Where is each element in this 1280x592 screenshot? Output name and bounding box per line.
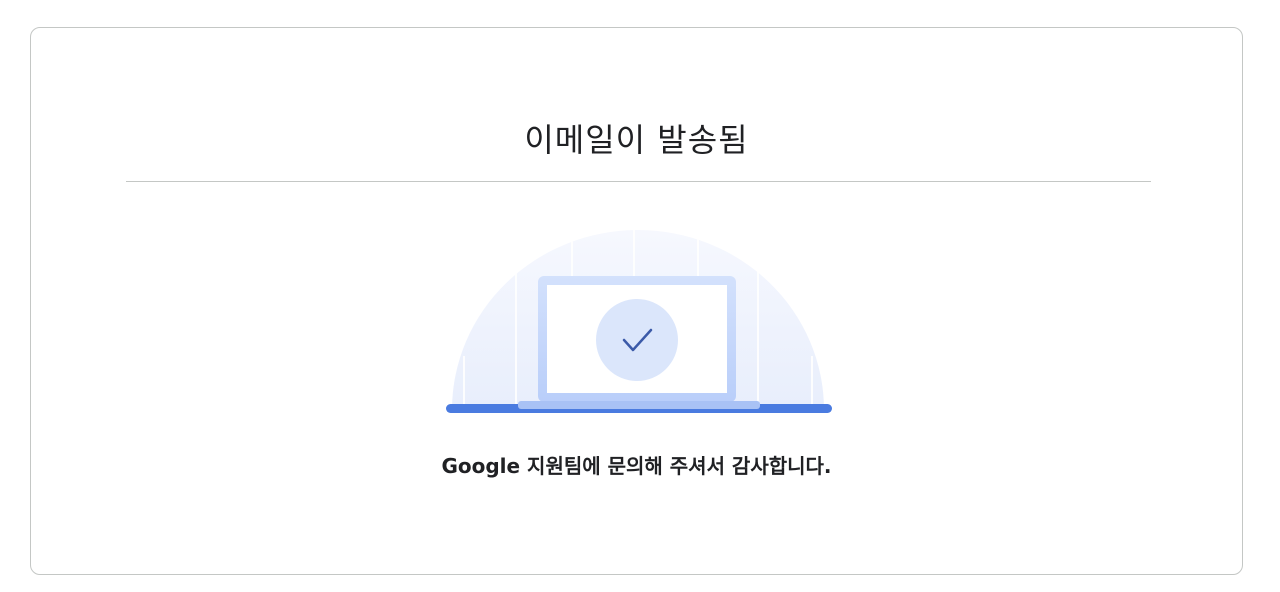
- checkmark-circle: [596, 299, 678, 381]
- thank-you-message: Google 지원팀에 문의해 주셔서 감사합니다.: [441, 454, 832, 478]
- laptop-icon: [538, 276, 736, 402]
- title-divider: [126, 181, 1151, 182]
- laptop-base-inner: [518, 401, 760, 409]
- page-title: 이메일이 발송됨: [524, 121, 749, 159]
- confirmation-card: 이메일이 발송됨 Google 지원팀에 문의해 주셔서 감사합니다.: [30, 27, 1243, 575]
- email-sent-illustration: [444, 226, 832, 418]
- laptop-check-illustration: [446, 230, 832, 413]
